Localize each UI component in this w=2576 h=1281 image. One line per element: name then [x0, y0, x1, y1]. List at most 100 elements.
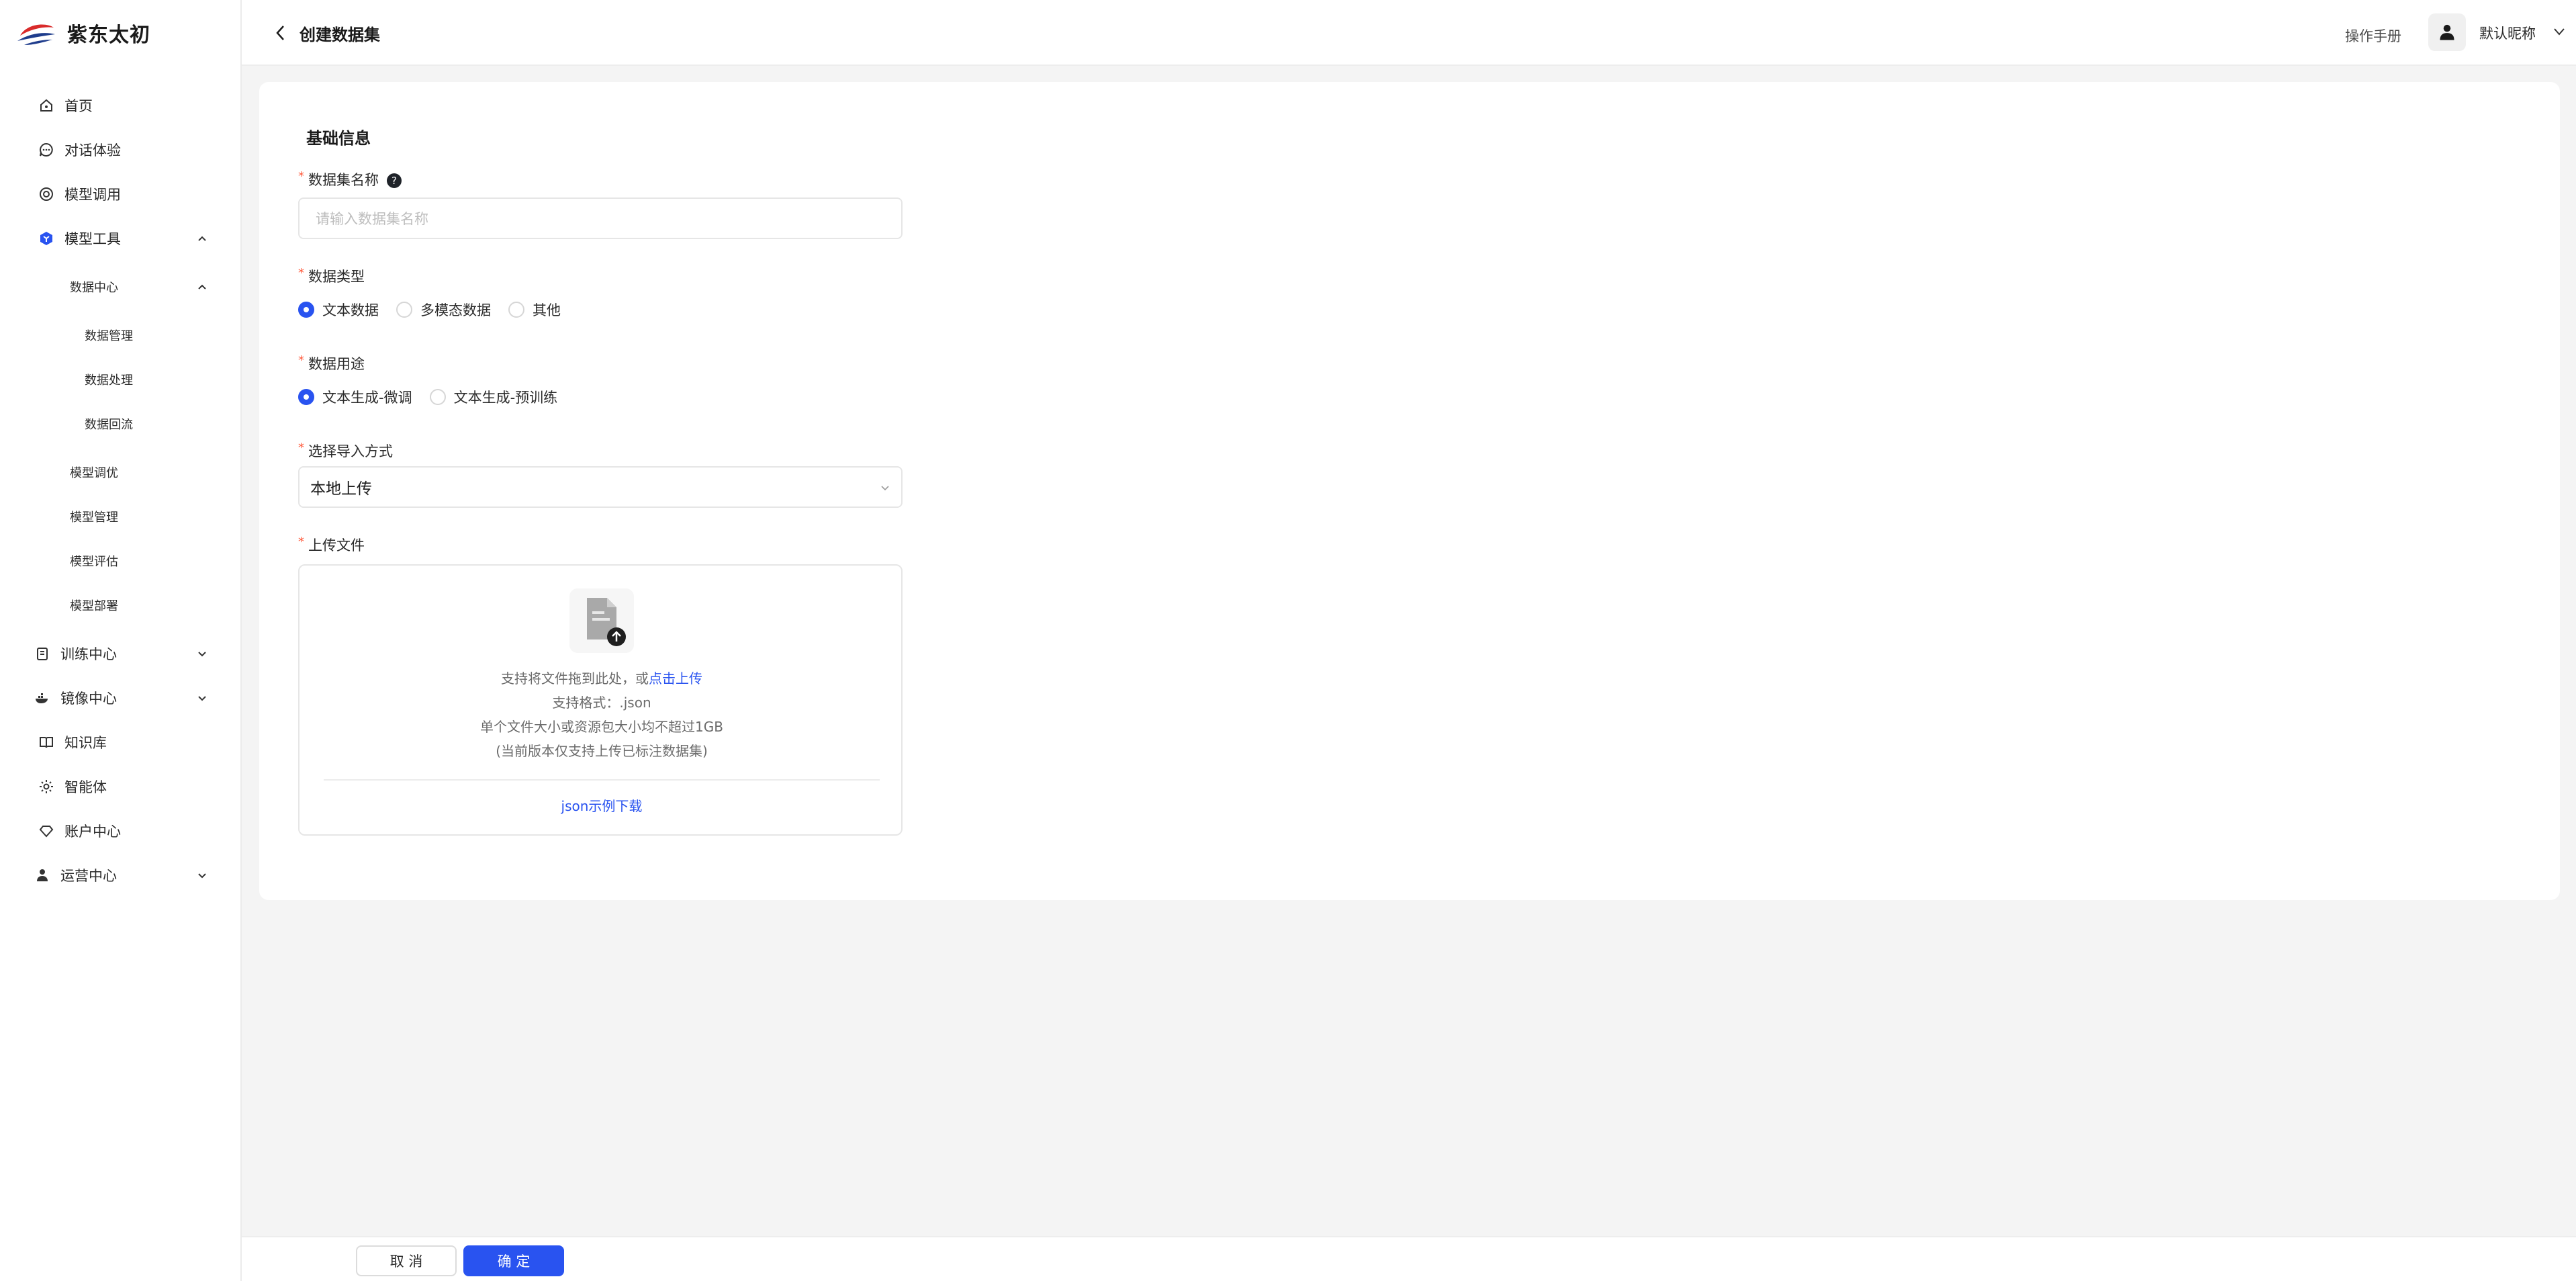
sidebar-item-model-deploy[interactable]: 模型部署 — [0, 588, 242, 622]
sidebar-item-data-center[interactable]: 数据中心 — [0, 270, 242, 304]
import-method-label: * 选择导入方式 — [298, 441, 393, 459]
json-sample-download-link[interactable]: json示例下载 — [300, 795, 904, 815]
radio-other[interactable]: 其他 — [508, 300, 561, 320]
upload-size-limit: 单个文件大小或资源包大小均不超过1GB — [480, 719, 723, 735]
click-upload-link[interactable]: 点击上传 — [649, 670, 702, 687]
data-usage-radio-group: 文本生成-微调 文本生成-预训练 — [298, 387, 575, 407]
sidebar-item-operation-center[interactable]: 运营中心 — [0, 858, 242, 892]
brand-name: 紫东太初 — [67, 24, 150, 47]
agent-gear-icon — [38, 778, 55, 795]
sidebar-item-label: 数据管理 — [85, 329, 133, 343]
radio-dot — [396, 302, 412, 318]
sidebar-item-label: 模型调优 — [70, 466, 118, 480]
radio-text-data[interactable]: 文本数据 — [298, 300, 379, 320]
radio-text-gen-finetune[interactable]: 文本生成-微调 — [298, 387, 412, 407]
sidebar-item-label: 模型工具 — [64, 231, 121, 247]
sidebar-item-label: 对话体验 — [64, 142, 121, 159]
confirm-button[interactable]: 确 定 — [463, 1245, 564, 1276]
sidebar-item-label: 账户中心 — [64, 824, 121, 840]
sidebar-item-data-processing[interactable]: 数据处理 — [0, 363, 242, 396]
sidebar-item-label: 训练中心 — [60, 646, 117, 662]
sidebar-item-data-reflow[interactable]: 数据回流 — [0, 407, 242, 441]
book-icon — [38, 734, 55, 751]
operator-icon — [34, 867, 51, 884]
section-title: 基础信息 — [306, 129, 371, 148]
data-usage-label: * 数据用途 — [298, 353, 365, 372]
sidebar-item-knowledge-base[interactable]: 知识库 — [0, 725, 242, 759]
required-mark: * — [298, 353, 304, 367]
sidebar-item-label: 镜像中心 — [60, 691, 117, 707]
sidebar-item-training-center[interactable]: 训练中心 — [0, 637, 242, 670]
chevron-down-icon — [198, 873, 206, 879]
upload-dropzone[interactable]: 支持将文件拖到此处，或点击上传 支持格式：.json 单个文件大小或资源包大小均… — [298, 564, 903, 836]
sidebar-item-data-management[interactable]: 数据管理 — [0, 318, 242, 352]
dataset-name-input[interactable]: 请输入数据集名称 — [298, 197, 903, 239]
sidebar-item-label: 模型部署 — [70, 599, 118, 613]
brand-logo-icon — [17, 24, 55, 45]
sidebar-item-model-tools[interactable]: 模型工具 — [0, 222, 242, 255]
sidebar-item-model-management[interactable]: 模型管理 — [0, 500, 242, 533]
avatar[interactable] — [2428, 13, 2466, 51]
sidebar-item-image-center[interactable]: 镜像中心 — [0, 681, 242, 715]
account-icon — [38, 822, 55, 840]
radio-dot — [298, 389, 314, 405]
sidebar-item-model-call[interactable]: 模型调用 — [0, 177, 242, 211]
radio-text-gen-pretrain[interactable]: 文本生成-预训练 — [429, 387, 557, 407]
chevron-down-icon — [198, 652, 206, 657]
page-title: 创建数据集 — [300, 26, 380, 44]
cancel-button[interactable]: 取 消 — [356, 1245, 457, 1276]
top-bar: 创建数据集 操作手册 默认昵称 — [242, 0, 2576, 66]
whale-icon — [34, 689, 51, 707]
dataset-name-label: * 数据集名称? — [298, 169, 402, 189]
data-type-label: * 数据类型 — [298, 266, 365, 285]
training-icon — [34, 645, 51, 662]
sidebar-item-model-evaluation[interactable]: 模型评估 — [0, 544, 242, 578]
footer-bar: 取 消 确 定 — [242, 1236, 2576, 1281]
cube-icon — [38, 230, 55, 247]
divider — [324, 779, 880, 781]
chevron-down-icon — [881, 486, 889, 491]
chevron-up-icon — [198, 284, 206, 290]
required-mark: * — [298, 535, 304, 549]
chat-icon — [38, 141, 55, 159]
radio-dot — [508, 302, 524, 318]
sidebar-item-label: 首页 — [64, 98, 93, 114]
model-call-icon — [38, 185, 55, 203]
import-method-select[interactable]: 本地上传 — [298, 466, 903, 508]
manual-link[interactable]: 操作手册 — [2345, 26, 2401, 46]
sidebar-item-label: 数据处理 — [85, 373, 133, 388]
upload-hint: 支持将文件拖到此处，或点击上传 — [501, 670, 702, 687]
chevron-up-icon — [198, 236, 206, 241]
sidebar-item-model-tuning[interactable]: 模型调优 — [0, 455, 242, 489]
home-icon — [38, 97, 55, 114]
back-arrow-icon[interactable] — [273, 22, 289, 44]
radio-multimodal-data[interactable]: 多模态数据 — [396, 300, 491, 320]
sidebar-item-label: 模型管理 — [70, 511, 118, 525]
username[interactable]: 默认昵称 — [2479, 23, 2536, 43]
sidebar-item-account-center[interactable]: 账户中心 — [0, 814, 242, 848]
radio-dot — [429, 389, 446, 405]
sidebar-item-label: 智能体 — [64, 779, 107, 795]
brand-logo[interactable]: 紫东太初 — [15, 16, 150, 50]
import-method-value: 本地上传 — [310, 480, 372, 498]
sidebar-item-chat[interactable]: 对话体验 — [0, 133, 242, 167]
upload-formats: 支持格式：.json — [552, 695, 651, 711]
sidebar-item-label: 知识库 — [64, 735, 107, 751]
required-mark: * — [298, 441, 304, 455]
sidebar-item-label: 数据回流 — [85, 418, 133, 432]
sidebar-item-label: 运营中心 — [60, 868, 117, 884]
file-upload-icon — [569, 588, 634, 653]
sidebar-item-agent[interactable]: 智能体 — [0, 770, 242, 803]
data-type-radio-group: 文本数据 多模态数据 其他 — [298, 300, 578, 320]
required-mark: * — [298, 169, 304, 183]
chevron-down-icon[interactable] — [2550, 23, 2568, 40]
sidebar-item-label: 模型评估 — [70, 555, 118, 569]
sidebar-item-home[interactable]: 首页 — [0, 89, 242, 122]
radio-dot — [298, 302, 314, 318]
sidebar-item-label: 数据中心 — [70, 281, 118, 295]
sidebar-item-label: 模型调用 — [64, 187, 121, 203]
dataset-name-placeholder: 请输入数据集名称 — [316, 211, 428, 227]
chevron-down-icon — [198, 696, 206, 701]
required-mark: * — [298, 266, 304, 280]
help-icon[interactable]: ? — [387, 173, 402, 188]
